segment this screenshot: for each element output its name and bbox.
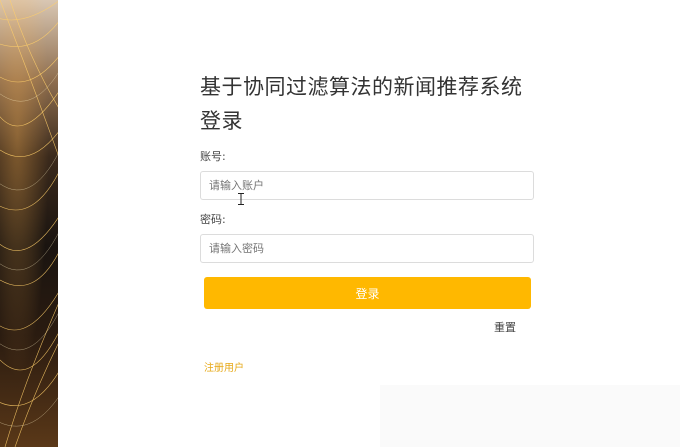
account-label: 账号: [200,150,226,163]
login-page: 基于协同过滤算法的新闻推荐系统登录 账号: 密码: 登录 重置 注册用户 [0,0,680,447]
text-cursor-icon [238,193,244,205]
password-label: 密码: [200,213,226,226]
reset-row: 重置 [200,309,536,339]
register-link[interactable]: 注册用户 [204,359,244,374]
sparks-icon [0,0,58,447]
login-form: 基于协同过滤算法的新闻推荐系统登录 账号: 密码: 登录 重置 注册用户 [200,70,536,375]
reset-link[interactable]: 重置 [494,319,516,335]
password-input[interactable] [200,234,534,263]
background-panel [380,385,680,447]
page-title: 基于协同过滤算法的新闻推荐系统登录 [200,75,523,133]
account-input[interactable] [200,171,534,200]
sparks-background-image [0,0,58,447]
login-button[interactable]: 登录 [204,277,531,309]
